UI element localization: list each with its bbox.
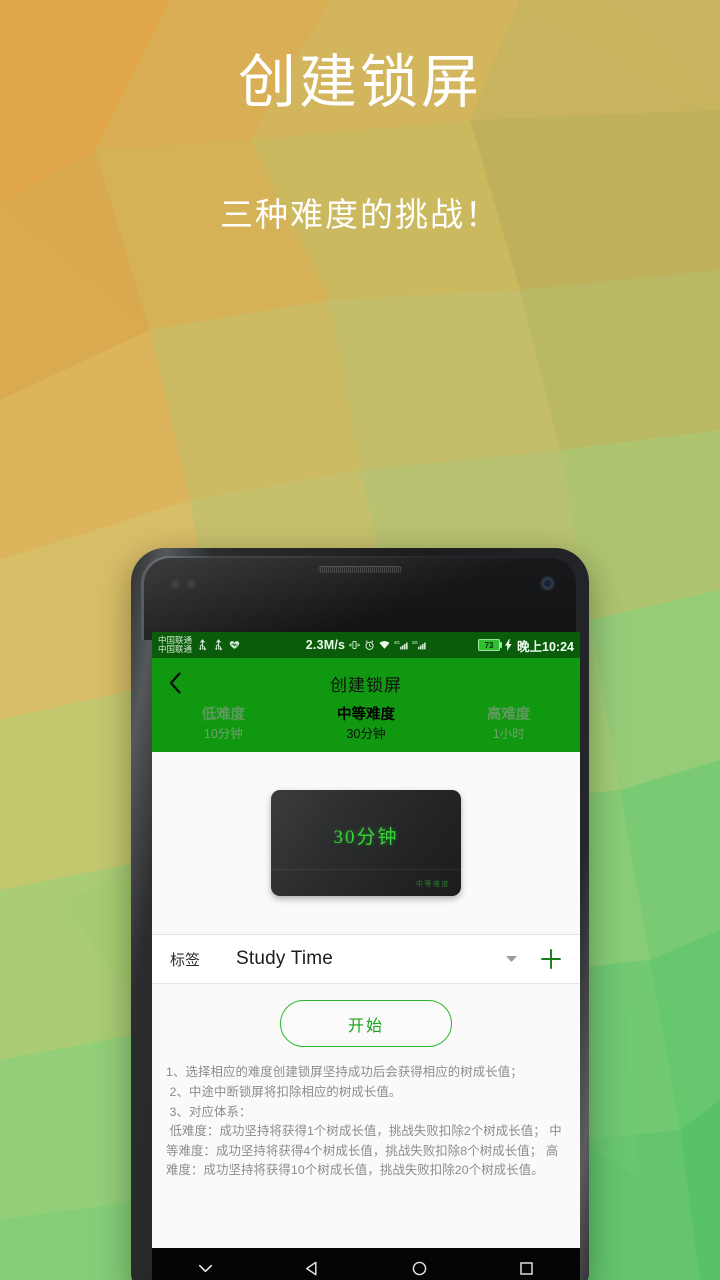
start-button[interactable]: 开始 — [280, 1000, 452, 1048]
promo-title: 创建锁屏 — [237, 50, 482, 115]
promo-stage: 创建锁屏 三种难度的挑战！ 中国联通 中国联通 2.3M/s 4G 2G 73 … — [0, 0, 720, 1280]
carrier-label: 中国联通 中国联通 — [158, 636, 192, 654]
home-circle-icon — [412, 1261, 427, 1275]
heart-icon — [229, 641, 240, 649]
tab-high-name: 高难度 — [486, 707, 531, 723]
phone-device-mockup: 中国联通 中国联通 2.3M/s 4G 2G 73 晚上10:24 创建锁屏 低… — [131, 548, 589, 1280]
timer-difficulty-badge: 中等难度 — [416, 880, 450, 889]
chevron-left-icon — [169, 672, 181, 694]
difficulty-tab-bar: 低难度 10分钟 中等难度 30分钟 高难度 1小时 — [152, 702, 580, 752]
start-button-area: 开始 — [152, 984, 580, 1060]
app-header-top: 创建锁屏 — [152, 664, 580, 702]
tag-label: 标签 — [170, 951, 201, 969]
clock-label: 晚上10:24 — [517, 639, 574, 654]
tab-low-name: 低难度 — [201, 707, 246, 723]
battery-level-label: 73 — [478, 639, 501, 651]
tag-dropdown-button[interactable] — [505, 955, 518, 963]
phone-screen: 中国联通 中国联通 2.3M/s 4G 2G 73 晚上10:24 创建锁屏 低… — [152, 632, 580, 1280]
status-right-group: 73 晚上10:24 — [478, 636, 574, 655]
tab-medium-name: 中等难度 — [337, 707, 395, 723]
page-title: 创建锁屏 — [330, 675, 402, 695]
recents-square-icon — [520, 1261, 533, 1275]
svg-text:2G: 2G — [412, 640, 418, 645]
android-nav-bar — [152, 1248, 580, 1280]
battery-cap — [500, 642, 503, 648]
app-header: 创建锁屏 低难度 10分钟 中等难度 30分钟 高难度 1小时 — [152, 658, 580, 753]
back-button[interactable] — [152, 664, 198, 702]
timer-card-area: 30分钟 中等难度 — [152, 752, 580, 935]
front-camera-icon — [542, 578, 553, 589]
proximity-sensor-icon — [171, 580, 180, 589]
timer-duration-label: 30分钟 — [333, 827, 399, 849]
earpiece-speaker — [318, 566, 402, 573]
home-nav-button[interactable] — [366, 1259, 473, 1278]
back-triangle-icon — [306, 1261, 317, 1275]
svg-text:4G: 4G — [394, 640, 400, 645]
charging-bolt-icon — [505, 639, 512, 651]
usb-icon — [215, 639, 222, 651]
battery-icon: 73 — [478, 639, 503, 651]
network-speed-label: 2.3M/s — [305, 638, 346, 652]
add-tag-button[interactable] — [518, 948, 562, 970]
tab-high-difficulty[interactable]: 高难度 1小时 — [437, 706, 580, 742]
tab-high-duration: 1小时 — [492, 726, 525, 741]
wifi-icon — [379, 641, 390, 649]
signal-2g-icon: 2G — [412, 640, 426, 650]
vibrate-icon — [349, 641, 361, 649]
tab-medium-difficulty[interactable]: 中等难度 30分钟 — [295, 706, 438, 742]
recents-nav-button[interactable] — [473, 1259, 580, 1278]
tab-low-duration: 10分钟 — [203, 726, 243, 741]
signal-4g-icon: 4G — [394, 640, 408, 650]
tab-medium-duration: 30分钟 — [346, 726, 386, 741]
back-nav-button[interactable] — [259, 1259, 366, 1278]
tag-select-value[interactable]: Study Time — [236, 948, 333, 970]
usb-icon — [199, 639, 206, 651]
android-status-bar: 中国联通 中国联通 2.3M/s 4G 2G 73 晚上10:24 — [152, 632, 580, 658]
chevron-down-icon — [506, 956, 517, 963]
tag-row: 标签 Study Time — [152, 935, 580, 984]
carrier-line-2: 中国联通 — [158, 644, 193, 654]
timer-preview-card[interactable]: 30分钟 中等难度 — [271, 790, 461, 897]
chevron-down-icon — [198, 1264, 213, 1272]
promo-subtitle: 三种难度的挑战！ — [220, 196, 500, 233]
status-left-icons — [197, 639, 240, 651]
tab-low-difficulty[interactable]: 低难度 10分钟 — [152, 706, 295, 742]
hide-keyboard-button[interactable] — [152, 1259, 259, 1278]
light-sensor-icon — [187, 580, 196, 589]
instructions-text: 1、选择相应的难度创建锁屏坚持成功后会获得相应的树成长值； 2、中途中断锁屏将扣… — [152, 1059, 580, 1181]
plus-icon — [541, 949, 561, 970]
alarm-icon — [365, 640, 374, 650]
